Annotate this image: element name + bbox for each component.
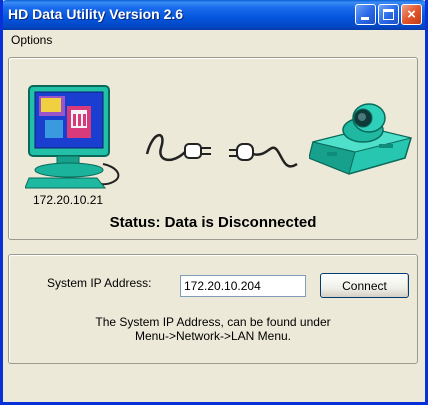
app-window: HD Data Utility Version 2.6 × Options 17… [0,0,428,405]
ip-hint-line-1: The System IP Address, can be found unde… [95,315,331,329]
cable-plug-icon [145,134,211,161]
menu-options[interactable]: Options [8,32,55,48]
window-title: HD Data Utility Version 2.6 [8,6,184,22]
minimize-button[interactable] [355,4,376,25]
minimize-icon [361,17,369,20]
system-ip-input[interactable] [180,275,306,297]
title-bar[interactable]: HD Data Utility Version 2.6 × [3,0,425,30]
status-panel: 172.20.10.21 Status: Data is Disconnecte… [8,57,418,240]
close-icon: × [407,6,416,23]
maximize-icon [383,9,394,20]
videoconference-codec-icon [309,103,412,175]
cable-plug-icon [229,143,298,168]
system-ip-label: System IP Address: [47,276,152,290]
menu-bar: Options [3,30,425,50]
ip-hint-line-2: Menu->Network->LAN Menu. [134,329,292,343]
maximize-button[interactable] [378,4,399,25]
close-button[interactable]: × [401,4,422,25]
local-ip-address: 172.20.10.21 [33,193,104,207]
connect-button[interactable]: Connect [320,273,409,298]
connection-status: Status: Data is Disconnected [109,214,317,231]
ip-hint-text: The System IP Address, can be found unde… [9,315,417,343]
connect-panel: System IP Address: Connect The System IP… [8,254,418,364]
computer-monitor-icon [25,85,120,189]
